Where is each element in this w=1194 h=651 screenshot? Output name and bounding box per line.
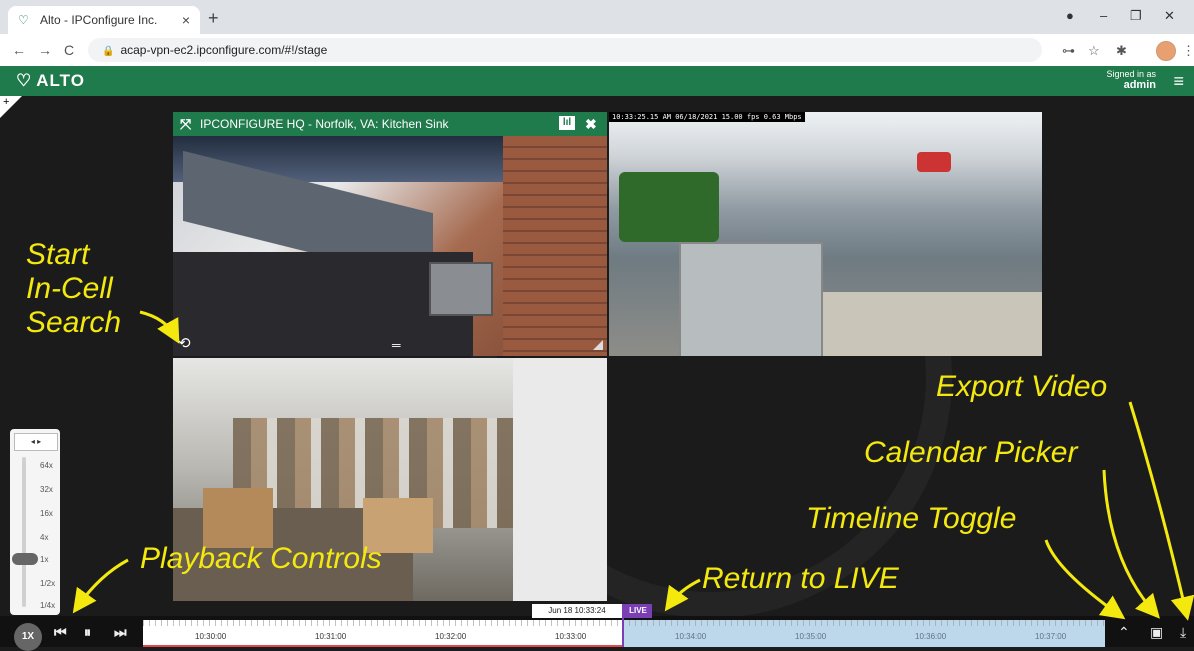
annotation-line: In-Cell (26, 272, 113, 305)
extensions-icon[interactable]: ✱ (1116, 43, 1127, 59)
url-text: acap-vpn-ec2.ipconfigure.com/#!/stage (120, 43, 328, 57)
speed-label: 32x (40, 485, 53, 494)
minimize-button[interactable]: – (1100, 8, 1107, 23)
live-button[interactable]: LIVE (624, 604, 652, 618)
speed-label: 1x (40, 555, 49, 564)
export-icon[interactable]: ⤓ (1180, 624, 1186, 641)
speed-label: 64x (40, 461, 53, 470)
video-cell-kitchen-sink[interactable]: ⤧ IPCONFIGURE HQ - Norfolk, VA: Kitchen … (173, 112, 607, 356)
timeline-tick-label: 10:32:00 (435, 632, 467, 641)
timeline-tick-label: 10:37:00 (1035, 632, 1067, 641)
tab-close-icon[interactable]: × (182, 12, 190, 28)
camera-overlay-text: 10:33:25.15 AM 06/18/2021 15.00 fps 0.63… (609, 112, 805, 122)
previous-icon[interactable]: ⏮ (54, 624, 67, 641)
annotation-return-live: Return to LIVE (702, 562, 899, 595)
timeline-tick-label: 10:34:00 (675, 632, 707, 641)
scene-brick-wall (503, 132, 607, 356)
browser-tab-bar: ♡ Alto - IPConfigure Inc. × + ● – ❐ ✕ (0, 0, 1194, 34)
next-icon[interactable]: ⏭ (114, 624, 127, 641)
video-cell-parking-lot[interactable]: 10:33:25.15 AM 06/18/2021 15.00 fps 0.63… (609, 112, 1042, 356)
playback-speed-panel: ◂ ▸ 64x 32x 16x 4x 1x 1/2x 1/4x (10, 429, 60, 615)
expand-icon[interactable]: ⤧ (180, 112, 191, 136)
annotation-timeline-toggle: Timeline Toggle (806, 502, 1017, 535)
speed-slider-thumb[interactable] (12, 553, 38, 565)
speed-label: 1/2x (40, 579, 56, 588)
speed-label: 1/4x (40, 601, 56, 610)
reload-button[interactable]: C (64, 42, 74, 58)
browser-tab-title: Alto - IPConfigure Inc. (40, 13, 158, 27)
annotation-line: Search (26, 306, 122, 339)
speed-slider-track[interactable] (22, 457, 26, 607)
timeline-tick-label: 10:31:00 (315, 632, 347, 641)
timeline-tick-label: 10:33:00 (555, 632, 587, 641)
window-close-button[interactable]: ✕ (1164, 8, 1175, 24)
signed-in-info: Signed in as admin (1106, 69, 1156, 91)
lock-icon: 🔒 (102, 46, 115, 57)
close-cell-icon[interactable]: ✖ (585, 112, 597, 136)
speed-label: 16x (40, 509, 53, 518)
timeline-tick-label: 10:30:00 (195, 632, 227, 641)
stats-icon[interactable]: lıl (559, 116, 575, 130)
annotation-export: Export Video (936, 370, 1108, 403)
alto-logo[interactable]: ♡ ALTO (16, 71, 85, 91)
scene-sink (429, 262, 493, 316)
restore-button[interactable]: ❐ (1130, 8, 1142, 24)
address-bar[interactable]: 🔒 acap-vpn-ec2.ipconfigure.com/#!/stage (88, 38, 1042, 62)
timeline[interactable]: 10:30:00 10:31:00 10:32:00 10:33:00 10:3… (143, 620, 1105, 647)
browser-toolbar: ← → C 🔒 acap-vpn-ec2.ipconfigure.com/#!/s… (0, 34, 1194, 67)
scene-wall (513, 358, 607, 601)
new-tab-button[interactable]: + (208, 8, 219, 29)
key-icon[interactable]: ⊶ (1062, 43, 1075, 59)
in-cell-search-icon[interactable]: ⟲ (178, 334, 191, 352)
alto-logo-icon: ♡ (16, 71, 33, 90)
cell-title: IPCONFIGURE HQ - Norfolk, VA: Kitchen Si… (200, 117, 449, 131)
app-header: ♡ ALTO Signed in as admin ≡ (0, 66, 1194, 96)
timeline-toggle-icon[interactable]: ⌃ (1118, 624, 1130, 641)
cell-resize-handle[interactable] (593, 340, 603, 350)
record-icon[interactable]: ● (1066, 8, 1074, 23)
browser-menu-icon[interactable]: ⋮ (1182, 43, 1194, 59)
profile-avatar[interactable] (1156, 41, 1176, 61)
signed-in-user: admin (1123, 79, 1156, 91)
timeline-tick-label: 10:36:00 (915, 632, 947, 641)
speed-arrows[interactable]: ◂ ▸ (14, 433, 58, 451)
current-time-label: Jun 18 10:33:24 (532, 604, 622, 618)
scene-box-a (203, 488, 273, 548)
timeline-tick-label: 10:35:00 (795, 632, 827, 641)
annotation-line: Start (26, 238, 90, 271)
scene-car (917, 152, 951, 172)
hamburger-menu-icon[interactable]: ≡ (1173, 71, 1184, 92)
alto-logo-text: ALTO (36, 71, 85, 90)
scene-utility-box (679, 242, 823, 356)
alto-favicon: ♡ (18, 13, 29, 27)
timeline-ticks (143, 620, 1105, 626)
pause-icon[interactable]: ⏸ (84, 624, 91, 641)
back-button[interactable]: ← (12, 42, 26, 58)
annotation-calendar: Calendar Picker (864, 436, 1078, 469)
calendar-icon[interactable]: ▣ (1150, 624, 1163, 641)
annotation-start-incell: Start In-Cell Search (26, 238, 121, 340)
cell-header: ⤧ IPCONFIGURE HQ - Norfolk, VA: Kitchen … (173, 112, 607, 136)
cell-menu-icon[interactable]: ═ (392, 338, 401, 352)
scene-floor (173, 252, 473, 356)
browser-tab[interactable]: ♡ Alto - IPConfigure Inc. × (8, 6, 200, 34)
scene-walkway (819, 292, 1042, 356)
forward-button[interactable]: → (38, 42, 52, 58)
speed-label: 4x (40, 533, 49, 542)
add-cell-plus-icon[interactable]: + (3, 96, 9, 108)
annotation-playback: Playback Controls (140, 542, 382, 575)
scene-tractor (619, 172, 719, 242)
bookmark-star-icon[interactable]: ☆ (1088, 43, 1100, 59)
